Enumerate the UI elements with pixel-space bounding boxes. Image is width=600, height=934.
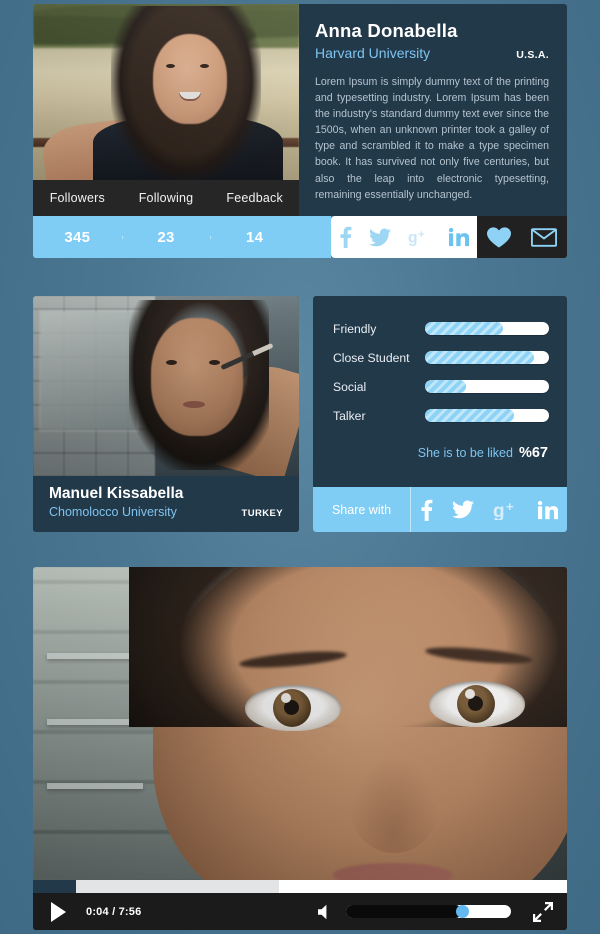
linkedin-icon[interactable] bbox=[448, 227, 469, 247]
skill-row: Close Student bbox=[333, 343, 549, 372]
second-profile-photo-block: Manuel Kissabella Chomolocco University … bbox=[33, 296, 299, 532]
profile-info-panel: Anna Donabella Harvard University U.S.A.… bbox=[299, 4, 567, 216]
skill-row: Social bbox=[333, 372, 549, 401]
volume-knob[interactable] bbox=[455, 905, 469, 918]
volume-fill bbox=[346, 905, 462, 918]
second-profile-card: Manuel Kissabella Chomolocco University … bbox=[33, 296, 567, 532]
second-profile-photo bbox=[33, 296, 299, 476]
profile-photo-column: Followers Following Feedback 345 23 14 bbox=[33, 4, 299, 258]
profile-stats-tabs: Followers Following Feedback bbox=[33, 180, 299, 216]
page-title: Anna Donabella bbox=[315, 20, 458, 41]
stat-following-value: 23 bbox=[121, 229, 211, 246]
stat-followers-value: 345 bbox=[64, 228, 91, 246]
profile-university: Harvard University bbox=[315, 45, 431, 61]
share-label: Share with bbox=[331, 502, 392, 517]
skill-row: Friendly bbox=[333, 314, 549, 343]
skill-list: Friendly Close Student Social Talker bbox=[313, 296, 567, 430]
message-envelope-button[interactable] bbox=[531, 227, 557, 247]
stats-bar-filler bbox=[299, 216, 331, 258]
svg-text:+: + bbox=[506, 500, 514, 514]
facebook-icon[interactable] bbox=[420, 499, 433, 521]
skill-bar-fill bbox=[425, 409, 515, 422]
profile-social-links: g + bbox=[331, 216, 477, 258]
fullscreen-button[interactable] bbox=[533, 901, 553, 922]
stat-feedback-value: 14 bbox=[210, 229, 299, 246]
googleplus-icon[interactable]: g + bbox=[493, 500, 519, 520]
skill-bar-fill bbox=[425, 351, 535, 364]
profile-photo bbox=[33, 4, 299, 180]
tab-feedback[interactable]: Feedback bbox=[210, 191, 299, 205]
share-icon-group: g + bbox=[410, 487, 567, 532]
profile-page: Followers Following Feedback 345 23 14 A… bbox=[0, 0, 600, 934]
share-bar: Share with g + bbox=[313, 487, 567, 532]
skill-bar-social[interactable] bbox=[425, 380, 549, 393]
profile-card: Followers Following Feedback 345 23 14 A… bbox=[33, 4, 567, 258]
volume-icon[interactable] bbox=[318, 904, 336, 920]
skill-bar-fill bbox=[425, 322, 504, 335]
second-profile-country: TURKEY bbox=[241, 508, 283, 519]
video-player: 0:04 / 7:56 bbox=[33, 567, 567, 930]
skill-bar-close-student[interactable] bbox=[425, 351, 549, 364]
skill-label-close-student: Close Student bbox=[333, 350, 410, 365]
svg-text:+: + bbox=[418, 229, 425, 241]
skill-bar-friendly[interactable] bbox=[425, 322, 549, 335]
svg-text:g: g bbox=[493, 501, 505, 520]
liked-summary: She is to be liked %67 bbox=[313, 444, 567, 462]
video-played-range bbox=[33, 880, 76, 893]
svg-text:g: g bbox=[408, 230, 418, 246]
skill-label-talker: Talker bbox=[333, 408, 366, 423]
liked-label: She is to be liked bbox=[417, 446, 513, 460]
video-poster[interactable] bbox=[33, 567, 567, 880]
second-profile-university: Chomolocco University bbox=[49, 505, 177, 519]
skill-bar-talker[interactable] bbox=[425, 409, 549, 422]
googleplus-icon[interactable]: g + bbox=[408, 228, 432, 246]
skill-label-friendly: Friendly bbox=[333, 321, 377, 336]
facebook-icon[interactable] bbox=[339, 226, 352, 248]
skills-panel: Friendly Close Student Social Talker She… bbox=[313, 296, 567, 532]
video-progress-bar[interactable] bbox=[33, 880, 567, 893]
profile-bio: Lorem Ipsum is simply dummy text of the … bbox=[315, 76, 549, 201]
tab-followers[interactable]: Followers bbox=[33, 191, 122, 205]
volume-slider[interactable] bbox=[346, 905, 511, 918]
tab-following[interactable]: Following bbox=[122, 191, 211, 205]
linkedin-icon[interactable] bbox=[537, 500, 558, 520]
video-time-display: 0:04 / 7:56 bbox=[86, 905, 142, 918]
second-profile-name: Manuel Kissabella bbox=[49, 485, 184, 502]
like-heart-button[interactable] bbox=[487, 226, 511, 248]
profile-country: U.S.A. bbox=[516, 49, 549, 61]
profile-stats-values: 345 23 14 bbox=[33, 216, 299, 258]
second-profile-nameplate: Manuel Kissabella Chomolocco University … bbox=[33, 476, 299, 532]
skill-label-social: Social bbox=[333, 379, 367, 394]
play-button[interactable] bbox=[51, 901, 66, 922]
video-controls: 0:04 / 7:56 bbox=[33, 893, 567, 930]
profile-action-buttons bbox=[477, 216, 567, 258]
skill-bar-fill bbox=[425, 380, 466, 393]
twitter-icon[interactable] bbox=[369, 228, 392, 247]
skill-row: Talker bbox=[333, 401, 549, 430]
liked-percent: %67 bbox=[518, 445, 548, 461]
twitter-icon[interactable] bbox=[452, 500, 475, 519]
